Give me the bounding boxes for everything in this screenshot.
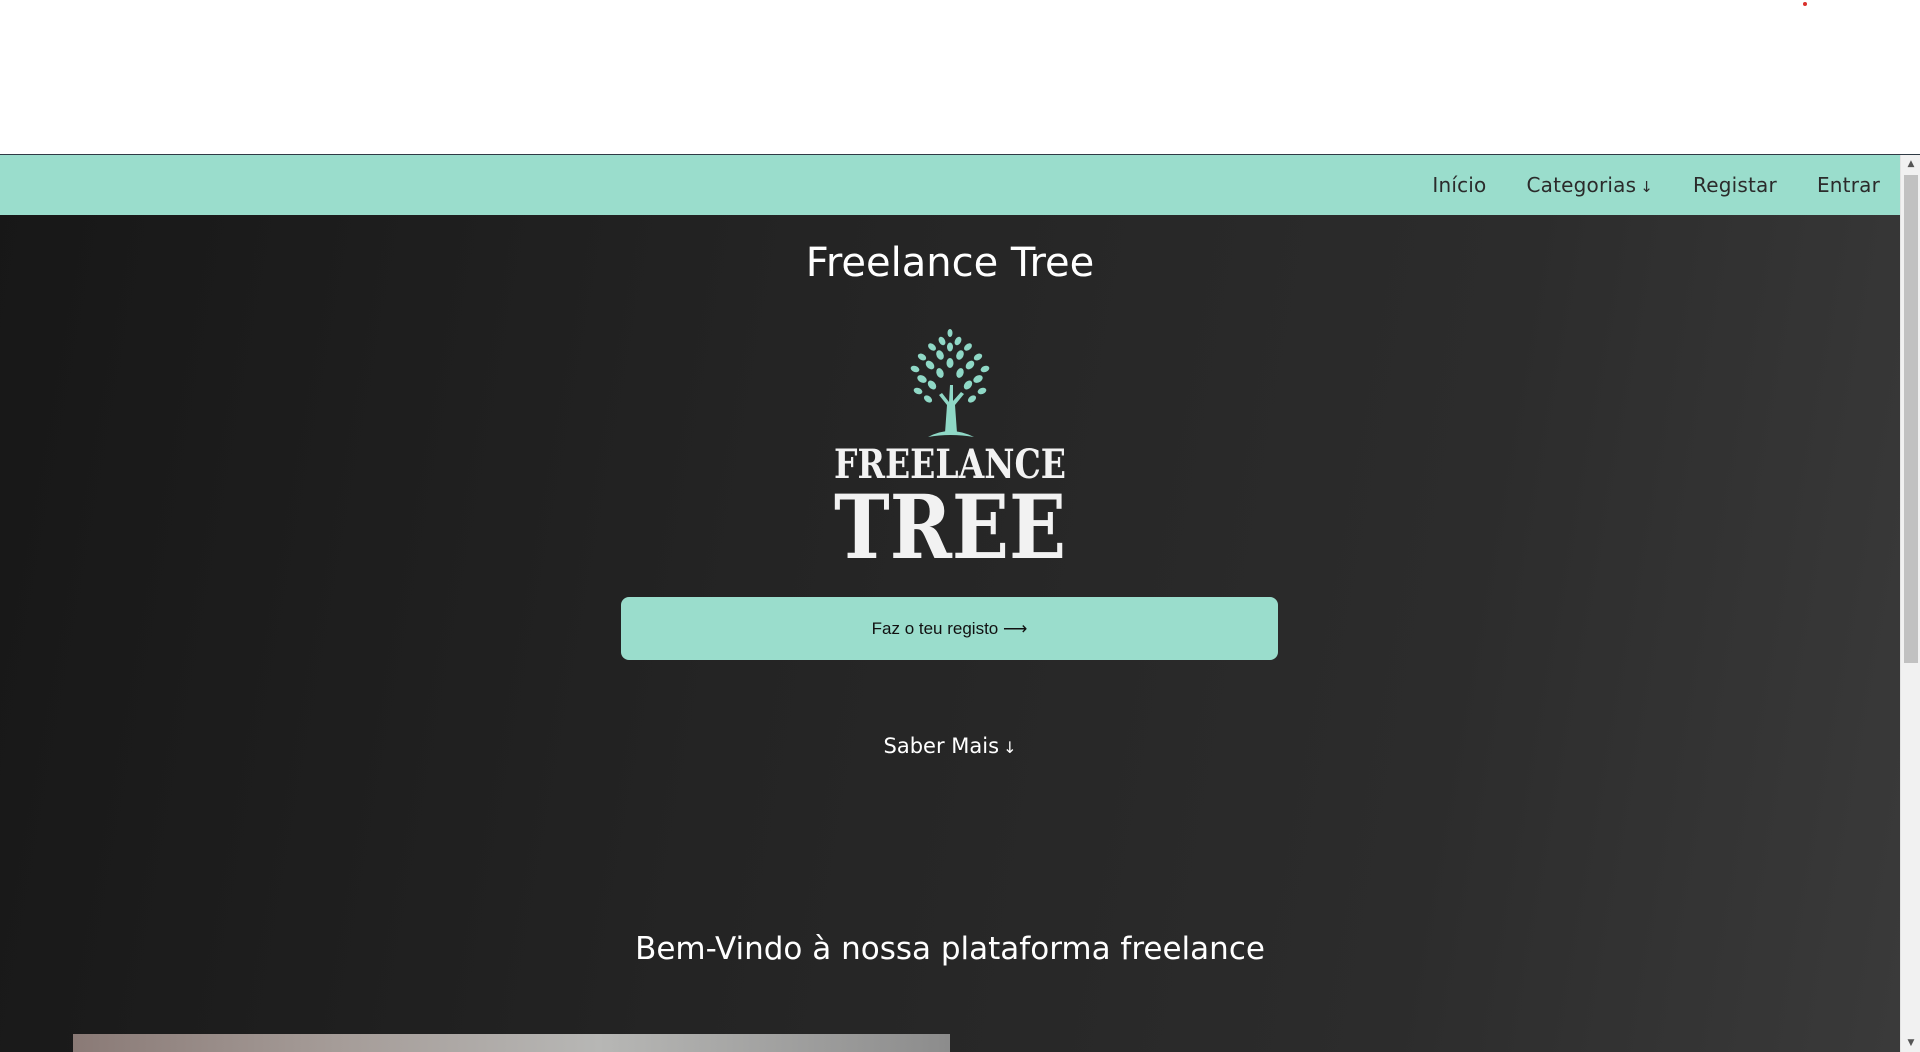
scroll-down-icon[interactable]: ▼ [1901,1034,1920,1052]
browser-top-area [0,0,1920,155]
hero-title: Freelance Tree [805,240,1095,286]
tree-icon [910,329,990,437]
navbar: Início Categorias ↓ Registar Entrar [0,155,1900,215]
scrollbar-thumb[interactable] [1904,175,1918,663]
learn-more: Saber Mais ↓ [0,734,1900,758]
nav-link-registar[interactable]: Registar [1693,173,1777,197]
page-viewport: Início Categorias ↓ Registar Entrar Freel… [0,155,1900,1052]
vertical-scrollbar[interactable]: ▲ ▼ [1900,155,1920,1052]
nav-link-inicio-label: Início [1432,173,1487,197]
nav-link-inicio[interactable]: Início [1432,173,1486,197]
nav-link-categorias[interactable]: Categorias ↓ [1526,173,1653,197]
learn-more-link[interactable]: Saber Mais ↓ [884,734,1017,758]
arrow-down-icon: ↓ [1003,738,1017,757]
register-cta-button[interactable]: Faz o teu registo ⟶ [621,597,1278,660]
scroll-up-icon[interactable]: ▲ [1901,155,1920,173]
nav-link-registar-label: Registar [1693,173,1777,197]
logo-line2: TREE [834,475,1066,575]
arrow-down-icon: ↓ [1640,178,1654,196]
notification-dot [1803,2,1807,6]
learn-more-label: Saber Mais [883,734,1000,758]
freelance-tree-logo: FREELANCE TREE [834,329,1066,575]
nav-link-entrar-label: Entrar [1816,173,1880,197]
nav-link-entrar[interactable]: Entrar [1817,173,1880,197]
feature-image [73,1034,950,1052]
welcome-heading: Bem-Vindo à nossa plataforma freelance [635,931,1265,967]
nav-links: Início Categorias ↓ Registar Entrar [1392,155,1880,215]
nav-link-categorias-label: Categorias [1526,173,1637,197]
